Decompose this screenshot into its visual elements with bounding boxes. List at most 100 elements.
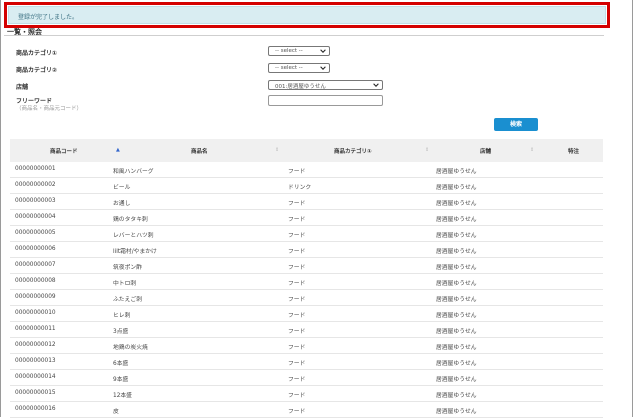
product-name-cell: 筑夜ポン酢 bbox=[113, 265, 142, 271]
store-select[interactable]: 001:居酒屋ゆうせん bbox=[268, 80, 383, 90]
store-cell: 居酒屋ゆうせん bbox=[436, 361, 477, 367]
table-row[interactable]: 00000000007 筑夜ポン酢 フード 居酒屋ゆうせん bbox=[10, 258, 603, 274]
table-row[interactable]: 00000000001 和風ハンバーグ フード 居酒屋ゆうせん bbox=[10, 162, 603, 178]
store-cell: 居酒屋ゆうせん bbox=[436, 169, 477, 175]
store-cell: 居酒屋ゆうせん bbox=[436, 377, 477, 383]
product-code-cell: 00000000002 bbox=[15, 182, 56, 188]
category-cell: フード bbox=[288, 281, 306, 287]
chevron-down-icon bbox=[320, 66, 326, 70]
product-code-cell: 00000000012 bbox=[15, 342, 56, 348]
store-cell: 居酒屋ゆうせん bbox=[436, 281, 477, 287]
table-header: 商品コード ▲ 商品名 ⇕ 商品カテゴリ① ⇕ 店舗 ⇕ 特注 bbox=[10, 139, 603, 162]
product-name-cell: 6本盛 bbox=[113, 361, 129, 367]
sort-icon[interactable]: ⇕ bbox=[425, 147, 429, 153]
success-alert: 登録が完了しました。 bbox=[8, 6, 606, 24]
freeword-sublabel: （商品名・商品元コード） bbox=[16, 106, 83, 112]
table-row[interactable]: 00000000013 6本盛 フード 居酒屋ゆうせん bbox=[10, 354, 603, 370]
category-cell: フード bbox=[288, 249, 306, 255]
product-name-cell: レバーとハツ刺 bbox=[113, 233, 154, 239]
store-cell: 居酒屋ゆうせん bbox=[436, 201, 477, 207]
product-code-cell: 00000000005 bbox=[15, 230, 56, 236]
product-name-cell: 3点盛 bbox=[113, 329, 129, 335]
category1-select[interactable]: -- select -- bbox=[268, 46, 330, 56]
column-header-store[interactable]: 店舗 bbox=[480, 147, 491, 155]
product-name-cell: ふたえご刺 bbox=[113, 297, 142, 303]
window-frame-left bbox=[0, 0, 1, 417]
product-code-cell: 00000000007 bbox=[15, 262, 56, 268]
success-alert-highlight: 登録が完了しました。 bbox=[4, 2, 610, 28]
table-row[interactable]: 00000000012 地鶏の炭火焼 フード 居酒屋ゆうせん bbox=[10, 338, 603, 354]
table-row[interactable]: 00000000003 お通し フード 居酒屋ゆうせん bbox=[10, 194, 603, 210]
table-row[interactable]: 00000000011 3点盛 フード 居酒屋ゆうせん bbox=[10, 322, 603, 338]
sort-icon[interactable]: ⇕ bbox=[530, 147, 534, 153]
product-code-cell: 00000000013 bbox=[15, 358, 56, 364]
chevron-down-icon bbox=[373, 83, 379, 87]
store-select-value: 001:居酒屋ゆうせん bbox=[275, 84, 326, 90]
product-name-cell: 皮 bbox=[113, 409, 119, 415]
category-cell: フード bbox=[288, 345, 306, 351]
category1-select-value: -- select -- bbox=[275, 48, 303, 54]
column-header-special: 特注 bbox=[568, 149, 580, 155]
store-cell: 居酒屋ゆうせん bbox=[436, 393, 477, 399]
table-row[interactable]: 00000000005 レバーとハツ刺 フード 居酒屋ゆうせん bbox=[10, 226, 603, 242]
product-code-cell: 00000000011 bbox=[15, 326, 56, 332]
table-row[interactable]: 00000000015 12本盛 フード 居酒屋ゆうせん bbox=[10, 386, 603, 402]
table-row[interactable]: 00000000004 鶏のタタキ刺 フード 居酒屋ゆうせん bbox=[10, 210, 603, 226]
store-cell: 居酒屋ゆうせん bbox=[436, 249, 477, 255]
category-cell: フード bbox=[288, 169, 306, 175]
product-code-cell: 00000000003 bbox=[15, 198, 56, 204]
category2-label: 商品カテゴリ② bbox=[16, 67, 58, 74]
category-cell: フード bbox=[288, 233, 306, 239]
product-code-cell: 00000000010 bbox=[15, 310, 56, 316]
product-code-cell: 00000000001 bbox=[15, 166, 56, 172]
store-cell: 居酒屋ゆうせん bbox=[436, 185, 477, 191]
table-row[interactable]: 00000000002 ビール ドリンク 居酒屋ゆうせん bbox=[10, 178, 603, 194]
table-row[interactable]: 00000000014 9本盛 フード 居酒屋ゆうせん bbox=[10, 370, 603, 386]
store-cell: 居酒屋ゆうせん bbox=[436, 329, 477, 335]
store-label: 店舗 bbox=[16, 84, 29, 91]
window-frame-right bbox=[632, 0, 633, 417]
product-name-cell: ヒレ刺 bbox=[113, 313, 131, 319]
chevron-down-icon bbox=[320, 49, 326, 53]
product-name-cell: お通し bbox=[113, 201, 131, 207]
column-header-name[interactable]: 商品名 bbox=[191, 147, 208, 155]
table-row[interactable]: 00000000016 皮 フード 居酒屋ゆうせん bbox=[10, 402, 603, 418]
category-cell: フード bbox=[288, 361, 306, 367]
category-cell: フード bbox=[288, 409, 306, 415]
product-code-cell: 00000000004 bbox=[15, 214, 56, 220]
sort-asc-icon[interactable]: ▲ bbox=[116, 147, 120, 153]
product-name-cell: 12本盛 bbox=[113, 393, 132, 399]
product-name-cell: 中トロ刺 bbox=[113, 281, 137, 287]
category1-label: 商品カテゴリ① bbox=[16, 50, 58, 57]
product-name-cell: 地鶏の炭火焼 bbox=[113, 345, 148, 351]
store-cell: 居酒屋ゆうせん bbox=[436, 217, 477, 223]
success-message: 登録が完了しました。 bbox=[18, 14, 79, 21]
product-code-cell: 00000000009 bbox=[15, 294, 56, 300]
store-cell: 居酒屋ゆうせん bbox=[436, 313, 477, 319]
table-row[interactable]: 00000000010 ヒレ刺 フード 居酒屋ゆうせん bbox=[10, 306, 603, 322]
table-row[interactable]: 00000000008 中トロ刺 フード 居酒屋ゆうせん bbox=[10, 274, 603, 290]
category2-select-value: -- select -- bbox=[275, 65, 303, 71]
column-header-code[interactable]: 商品コード bbox=[50, 147, 78, 155]
store-cell: 居酒屋ゆうせん bbox=[436, 409, 477, 415]
table-row[interactable]: 00000000009 ふたえご刺 フード 居酒屋ゆうせん bbox=[10, 290, 603, 306]
category-cell: フード bbox=[288, 217, 306, 223]
category-cell: フード bbox=[288, 297, 306, 303]
freeword-input[interactable] bbox=[268, 95, 383, 106]
product-name-cell: 和風ハンバーグ bbox=[113, 169, 154, 175]
search-button[interactable]: 検索 bbox=[494, 118, 538, 131]
column-header-category1[interactable]: 商品カテゴリ① bbox=[334, 147, 372, 155]
product-code-cell: 00000000015 bbox=[15, 390, 56, 396]
product-code-cell: 00000000016 bbox=[15, 406, 56, 412]
section-divider bbox=[4, 35, 604, 36]
category-cell: フード bbox=[288, 201, 306, 207]
category2-select[interactable]: -- select -- bbox=[268, 63, 330, 73]
product-name-cell: 鶏のタタキ刺 bbox=[113, 217, 148, 223]
sort-icon[interactable]: ⇕ bbox=[275, 147, 279, 153]
table-row[interactable]: 00000000006 lilt霜村/やまかけ フード 居酒屋ゆうせん bbox=[10, 242, 603, 258]
category-cell: フード bbox=[288, 393, 306, 399]
product-name-cell: 9本盛 bbox=[113, 377, 129, 383]
category-cell: フード bbox=[288, 329, 306, 335]
product-code-cell: 00000000006 bbox=[15, 246, 56, 252]
category-cell: フード bbox=[288, 313, 306, 319]
